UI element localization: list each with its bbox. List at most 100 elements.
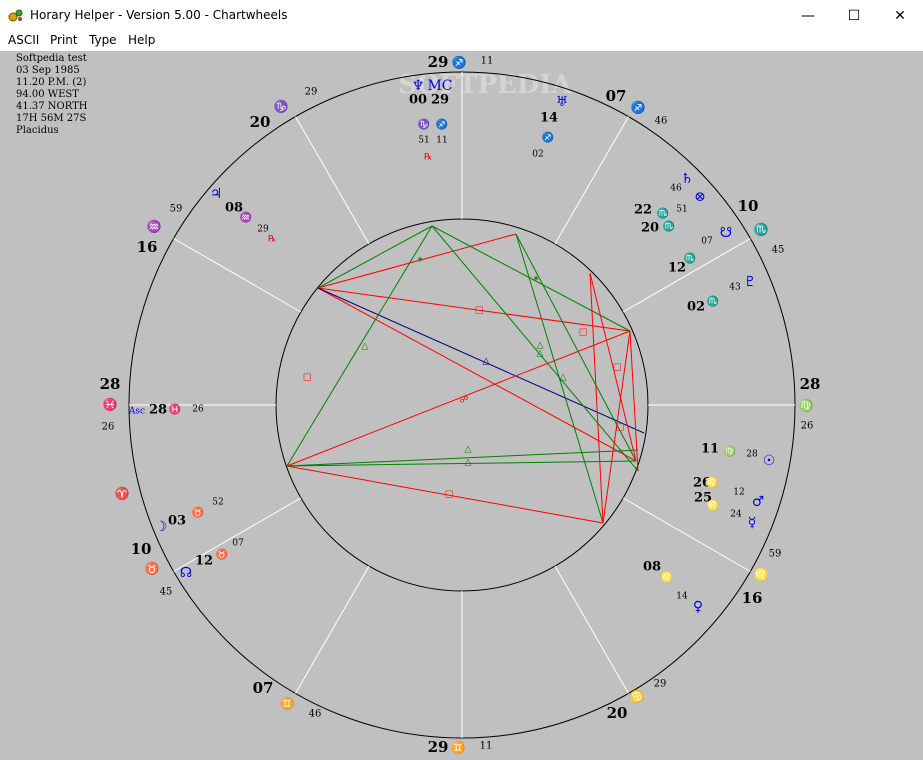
cusp-minutes: 29 — [654, 679, 667, 690]
aspect-mark-square: □ — [303, 373, 312, 383]
planet-minutes: 12 — [733, 488, 744, 498]
planet-glyph-saturn: ♄ — [681, 171, 694, 187]
planet-minutes: 02 — [532, 150, 543, 160]
aspect-mark-square: □ — [616, 423, 625, 433]
aspect-mark-square: □ — [445, 490, 454, 500]
menu-bar: ASCII Print Type Help — [0, 31, 923, 51]
planet-degree: 02 — [687, 300, 705, 315]
cusp-sign: ♊ — [451, 741, 466, 755]
cusp-degree: 16 — [137, 238, 158, 256]
planet-sign: ♌ — [707, 499, 719, 512]
cusp-minutes: 11 — [481, 56, 494, 67]
house-cusp-line — [295, 116, 370, 245]
planet-degree: 00 — [409, 93, 427, 108]
cusp-minutes: 29 — [305, 87, 318, 98]
aspect-mark-sextile: ✶ — [416, 256, 424, 266]
cusp-minutes: 26 — [801, 421, 814, 432]
app-icon — [8, 9, 23, 22]
planet-glyph-jupiter: ♃ — [210, 186, 223, 202]
planet-glyph-uranus: ♅ — [556, 94, 569, 110]
cusp-minutes: 45 — [772, 245, 785, 256]
cusp-minutes: 59 — [170, 204, 183, 215]
aspect-mark-square: □ — [613, 363, 622, 373]
aspect-mark-trine: △ — [560, 373, 567, 383]
planet-glyph-mercury: ☿ — [748, 515, 757, 531]
aspect-line — [431, 225, 639, 472]
planet-minutes: 46 — [670, 184, 682, 194]
planet-minutes: 14 — [676, 592, 688, 602]
aspect-mark-trine: △ — [465, 458, 472, 468]
cusp-sign: ♉ — [145, 562, 160, 576]
chartwheel: SOFTPEDIA28♓2610♉4507♊4629 ♊ 1120♋2916♌592… — [100, 53, 821, 756]
planet-glyph-sun: ☉ — [763, 453, 776, 469]
menu-ascii[interactable]: ASCII — [8, 33, 39, 47]
aspect-mark-opposition: ☍ — [459, 396, 468, 406]
cusp-sign: ♍ — [799, 399, 814, 413]
aspect-mark-trine: △ — [465, 445, 472, 455]
aries-glyph: ♈ — [115, 487, 130, 501]
cusp-degree: 20 — [607, 704, 628, 722]
retrograde-icon: ℞ — [424, 153, 432, 163]
planet-glyph-mars: ♂ — [752, 494, 765, 510]
cusp-sign: ♌ — [754, 568, 769, 582]
planet-degree: 22 — [634, 203, 652, 218]
planet-minutes: 28 — [746, 450, 758, 460]
menu-type[interactable]: Type — [89, 33, 117, 47]
cusp-degree: 16 — [742, 589, 763, 607]
cusp-sign: ♋ — [630, 690, 645, 704]
house-cusp-line — [554, 565, 629, 694]
planet-degree: 08 — [643, 560, 661, 575]
cusp-sign: ♒ — [147, 220, 162, 234]
planet-glyph-pluto: ♇ — [744, 274, 757, 290]
cusp-sign: ♓ — [103, 398, 118, 412]
cusp-sign: ♐ — [452, 56, 467, 70]
aspect-line — [317, 225, 433, 289]
retrograde-icon: ℞ — [268, 235, 276, 245]
planet-minutes: 07 — [701, 237, 713, 247]
planet-sign: ♏ — [657, 207, 669, 220]
cusp-degree: 07 — [253, 679, 274, 697]
house-cusp-line — [173, 238, 302, 313]
cusp-sign: ♊ — [280, 697, 295, 711]
aspect-mark-square: □ — [579, 328, 588, 338]
aspect-mark-trine: △ — [362, 342, 369, 352]
chartwheel-canvas: Softpedia test 03 Sep 1985 11.20 P.M. (2… — [0, 51, 923, 760]
minimize-button[interactable]: — — [785, 0, 831, 31]
planet-minutes: 51 — [676, 205, 687, 215]
aspect-mark-trine: △ — [537, 349, 544, 359]
planet-degree: 12 — [195, 554, 213, 569]
cusp-minutes: 45 — [160, 587, 173, 598]
cusp-degree: 29 — [428, 53, 449, 71]
menu-help[interactable]: Help — [128, 33, 155, 47]
planet-degree: 29 — [431, 93, 449, 108]
planet-degree: 20 — [641, 221, 659, 236]
cusp-minutes: 46 — [309, 709, 322, 720]
planet-sign: ♌ — [706, 476, 718, 489]
cusp-minutes: 46 — [655, 116, 668, 127]
aspect-mark-square: □ — [475, 306, 484, 316]
cusp-minutes: 59 — [769, 549, 782, 560]
menu-print[interactable]: Print — [50, 33, 78, 47]
cusp-degree: 28 — [100, 375, 121, 393]
close-button[interactable]: ✕ — [877, 0, 923, 31]
planet-minutes: 24 — [730, 510, 742, 520]
cusp-degree: 20 — [250, 113, 271, 131]
window-title: Horary Helper - Version 5.00 - Chartwhee… — [30, 8, 288, 22]
aspect-line — [286, 225, 433, 467]
planet-sign: ♒ — [240, 211, 252, 224]
planet-glyph-node: ☊ — [180, 565, 192, 581]
cusp-degree: 07 — [606, 87, 627, 105]
cusp-minutes: 11 — [480, 741, 493, 752]
planet-degree: 28 — [149, 403, 167, 418]
house-cusp-line — [554, 116, 629, 245]
planet-minutes: 11 — [436, 136, 447, 146]
planet-minutes: 51 — [418, 136, 429, 146]
planet-sign: ♏ — [663, 220, 675, 233]
maximize-button[interactable]: ☐ — [831, 0, 877, 31]
aspect-mark-sextile: ✶ — [532, 275, 540, 285]
cusp-minutes: 26 — [102, 422, 115, 433]
planet-glyph-ascendant: Asc — [128, 407, 145, 417]
planet-sign: ♌ — [661, 571, 673, 584]
planet-minutes: 52 — [212, 498, 223, 508]
planet-glyph-moon: ☽ — [155, 519, 168, 535]
